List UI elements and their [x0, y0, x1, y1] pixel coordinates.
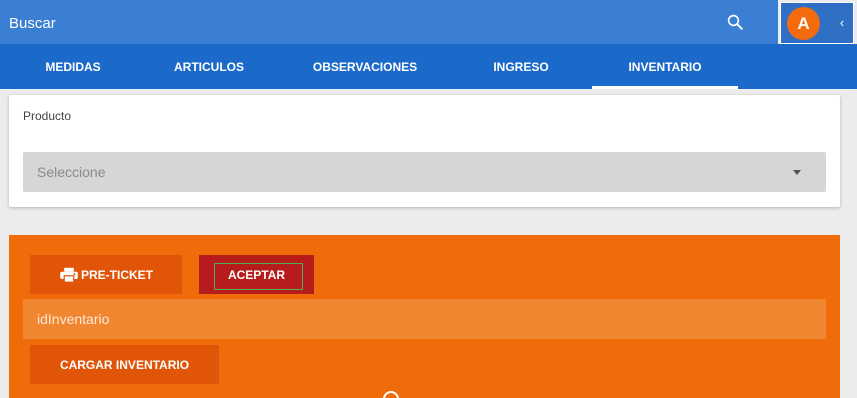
pre-ticket-label: PRE-TICKET [81, 267, 153, 282]
chevron-left-icon[interactable]: ‹ [836, 15, 848, 31]
accept-label: ACEPTAR [227, 267, 286, 282]
tab-inventario[interactable]: INVENTARIO [592, 44, 738, 89]
accept-button[interactable]: ACEPTAR [199, 255, 314, 294]
inventory-id-input[interactable] [23, 299, 826, 339]
tab-articulos[interactable]: ARTICULOS [136, 44, 282, 89]
load-inventory-button[interactable]: CARGAR INVENTARIO [30, 345, 219, 384]
page: A ‹ MEDIDAS ARTICULOS OBSERVACIONES INGR… [0, 0, 857, 398]
pre-ticket-button[interactable]: PRE-TICKET [30, 255, 182, 294]
tab-ingreso[interactable]: INGRESO [448, 44, 594, 89]
tab-medidas[interactable]: MEDIDAS [0, 44, 146, 89]
product-select-value: Seleccione [37, 164, 106, 180]
caret-down-icon [793, 170, 801, 175]
product-label: Producto [23, 109, 72, 123]
inventory-panel: PRE-TICKET ACEPTAR CARGAR INVENTARIO [9, 235, 840, 398]
product-select[interactable]: Seleccione [23, 152, 826, 192]
user-menu[interactable]: A ‹ [780, 2, 854, 44]
tab-bar: MEDIDAS ARTICULOS OBSERVACIONES INGRESO … [0, 44, 857, 89]
search-bar [0, 0, 778, 44]
search-icon[interactable] [726, 13, 744, 31]
product-card: Producto Seleccione [9, 95, 840, 207]
avatar[interactable]: A [787, 7, 820, 40]
load-inventory-label: CARGAR INVENTARIO [59, 357, 190, 372]
printer-icon [60, 267, 78, 283]
search-input[interactable] [9, 13, 609, 33]
tab-observaciones[interactable]: OBSERVACIONES [292, 44, 438, 89]
